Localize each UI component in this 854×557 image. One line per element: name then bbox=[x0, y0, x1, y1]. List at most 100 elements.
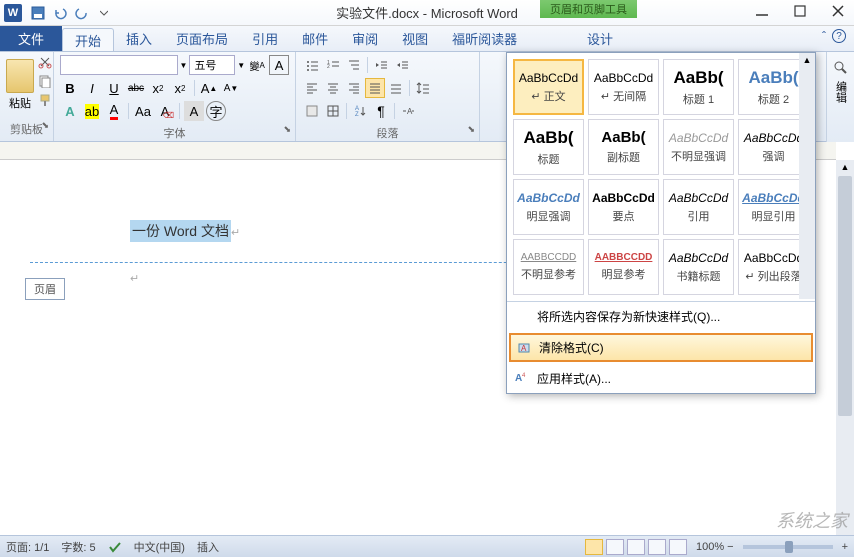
show-marks-button[interactable]: ¶ bbox=[371, 101, 391, 121]
undo-icon[interactable] bbox=[50, 3, 70, 23]
style-item[interactable]: AaBbCcDd明显强调 bbox=[513, 179, 584, 235]
clipboard-launcher-icon[interactable]: ⬊ bbox=[41, 120, 49, 131]
character-border-icon[interactable]: A bbox=[269, 55, 289, 75]
font-color-button[interactable]: A bbox=[104, 101, 124, 121]
character-shading-button[interactable]: A bbox=[184, 101, 204, 121]
increase-indent-button[interactable] bbox=[392, 55, 412, 75]
body-pilcrow-icon bbox=[130, 269, 139, 285]
borders-button[interactable] bbox=[323, 101, 343, 121]
bullets-button[interactable] bbox=[302, 55, 322, 75]
tab-design[interactable]: 设计 bbox=[575, 26, 625, 51]
zoom-in-button[interactable]: + bbox=[842, 541, 848, 553]
tab-references[interactable]: 引用 bbox=[240, 26, 290, 51]
fullscreen-reading-view-button[interactable] bbox=[606, 539, 624, 555]
multilevel-list-button[interactable] bbox=[344, 55, 364, 75]
outline-view-button[interactable] bbox=[648, 539, 666, 555]
cut-icon[interactable] bbox=[38, 55, 54, 71]
grow-font-button[interactable]: A▲ bbox=[199, 78, 219, 98]
language-indicator[interactable]: 中文(中国) bbox=[134, 539, 185, 555]
change-case-button[interactable]: Aa bbox=[133, 101, 153, 121]
save-icon[interactable] bbox=[28, 3, 48, 23]
phonetic-guide-icon[interactable]: 變A bbox=[247, 55, 267, 75]
zoom-out-button[interactable]: − bbox=[727, 541, 733, 553]
zoom-slider-thumb[interactable] bbox=[785, 541, 793, 553]
maximize-button[interactable] bbox=[786, 2, 814, 20]
spell-check-icon[interactable] bbox=[108, 540, 122, 554]
zoom-level[interactable]: 100% bbox=[696, 541, 724, 553]
align-left-button[interactable] bbox=[302, 78, 322, 98]
text-effects-button[interactable]: A bbox=[60, 101, 80, 121]
distributed-align-button[interactable] bbox=[386, 78, 406, 98]
format-painter-icon[interactable] bbox=[38, 93, 54, 109]
decrease-indent-button[interactable] bbox=[371, 55, 391, 75]
draft-view-button[interactable] bbox=[669, 539, 687, 555]
header-selected-text[interactable]: 一份 Word 文档 bbox=[130, 220, 231, 242]
tab-insert[interactable]: 插入 bbox=[114, 26, 164, 51]
style-item[interactable]: AaBbCcDd不明显强调 bbox=[663, 119, 734, 175]
italic-button[interactable]: I bbox=[82, 78, 102, 98]
style-item[interactable]: AABBCCDD明显参考 bbox=[588, 239, 659, 295]
scroll-up-icon[interactable]: ▲ bbox=[799, 53, 815, 67]
qat-customize-icon[interactable] bbox=[94, 3, 114, 23]
asian-layout-button[interactable]: A bbox=[398, 101, 418, 121]
print-layout-view-button[interactable] bbox=[585, 539, 603, 555]
close-button[interactable] bbox=[824, 2, 852, 20]
superscript-button[interactable]: x2 bbox=[170, 78, 190, 98]
enclose-characters-button[interactable]: 字 bbox=[206, 101, 226, 121]
style-preview: AaBbCcDd bbox=[594, 71, 653, 85]
insert-mode-indicator[interactable]: 插入 bbox=[197, 539, 219, 555]
style-item[interactable]: AaBbCcDd↵ 正文 bbox=[513, 59, 584, 115]
style-item[interactable]: AaBbCcDd引用 bbox=[663, 179, 734, 235]
style-item[interactable]: AaBbCcDd书籍标题 bbox=[663, 239, 734, 295]
tab-page-layout[interactable]: 页面布局 bbox=[164, 26, 240, 51]
bold-button[interactable]: B bbox=[60, 78, 80, 98]
line-spacing-button[interactable] bbox=[413, 78, 433, 98]
scroll-up-arrow-icon[interactable]: ▲ bbox=[836, 160, 854, 174]
paragraph-launcher-icon[interactable]: ⬊ bbox=[467, 124, 475, 135]
align-right-button[interactable] bbox=[344, 78, 364, 98]
tab-mailings[interactable]: 邮件 bbox=[290, 26, 340, 51]
shrink-font-button[interactable]: A▼ bbox=[221, 78, 241, 98]
font-family-select[interactable] bbox=[60, 55, 178, 75]
subscript-button[interactable]: x2 bbox=[148, 78, 168, 98]
copy-icon[interactable] bbox=[38, 74, 54, 90]
paste-button[interactable]: 粘贴 bbox=[6, 55, 34, 120]
word-count[interactable]: 字数: 5 bbox=[61, 539, 95, 555]
clear-formatting-item[interactable]: A 清除格式(C) bbox=[509, 333, 813, 362]
style-item[interactable]: AaBbCcDd要点 bbox=[588, 179, 659, 235]
strikethrough-button[interactable]: abc bbox=[126, 78, 146, 98]
align-justify-button[interactable] bbox=[365, 78, 385, 98]
minimize-ribbon-icon[interactable]: ˆ bbox=[822, 29, 826, 43]
help-icon[interactable]: ? bbox=[832, 29, 846, 43]
page-indicator[interactable]: 页面: 1/1 bbox=[6, 539, 49, 555]
scrollbar-thumb[interactable] bbox=[838, 176, 852, 416]
align-center-button[interactable] bbox=[323, 78, 343, 98]
numbering-button[interactable]: 12 bbox=[323, 55, 343, 75]
style-item[interactable]: AaBb(标题 1 bbox=[663, 59, 734, 115]
vertical-scrollbar[interactable]: ▲ bbox=[836, 160, 854, 535]
highlight-button[interactable]: ab bbox=[82, 101, 102, 121]
tab-foxit[interactable]: 福昕阅读器 bbox=[440, 26, 529, 51]
web-layout-view-button[interactable] bbox=[627, 539, 645, 555]
style-item[interactable]: AaBbCcDd↵ 无间隔 bbox=[588, 59, 659, 115]
file-tab[interactable]: 文件 bbox=[0, 26, 62, 51]
gallery-scrollbar[interactable]: ▲ bbox=[799, 53, 815, 299]
tab-home[interactable]: 开始 bbox=[62, 28, 114, 51]
style-item[interactable]: AaBb(副标题 bbox=[588, 119, 659, 175]
tab-review[interactable]: 审阅 bbox=[340, 26, 390, 51]
font-size-select[interactable]: 五号 bbox=[189, 55, 235, 75]
style-item[interactable]: AABBCCDD不明显参考 bbox=[513, 239, 584, 295]
font-launcher-icon[interactable]: ⬊ bbox=[283, 124, 291, 135]
tab-view[interactable]: 视图 bbox=[390, 26, 440, 51]
clear-formatting-button[interactable]: A⌫ bbox=[155, 101, 175, 121]
underline-button[interactable]: U bbox=[104, 78, 124, 98]
find-icon[interactable] bbox=[831, 58, 851, 78]
style-item[interactable]: AaBb(标题 bbox=[513, 119, 584, 175]
zoom-slider[interactable] bbox=[743, 545, 833, 549]
shading-button[interactable] bbox=[302, 101, 322, 121]
save-as-quick-style-item[interactable]: 将所选内容保存为新快速样式(Q)... bbox=[507, 302, 815, 331]
minimize-button[interactable] bbox=[748, 2, 776, 20]
apply-styles-item[interactable]: A4 应用样式(A)... bbox=[507, 364, 815, 393]
redo-icon[interactable] bbox=[72, 3, 92, 23]
sort-button[interactable]: AZ bbox=[350, 101, 370, 121]
